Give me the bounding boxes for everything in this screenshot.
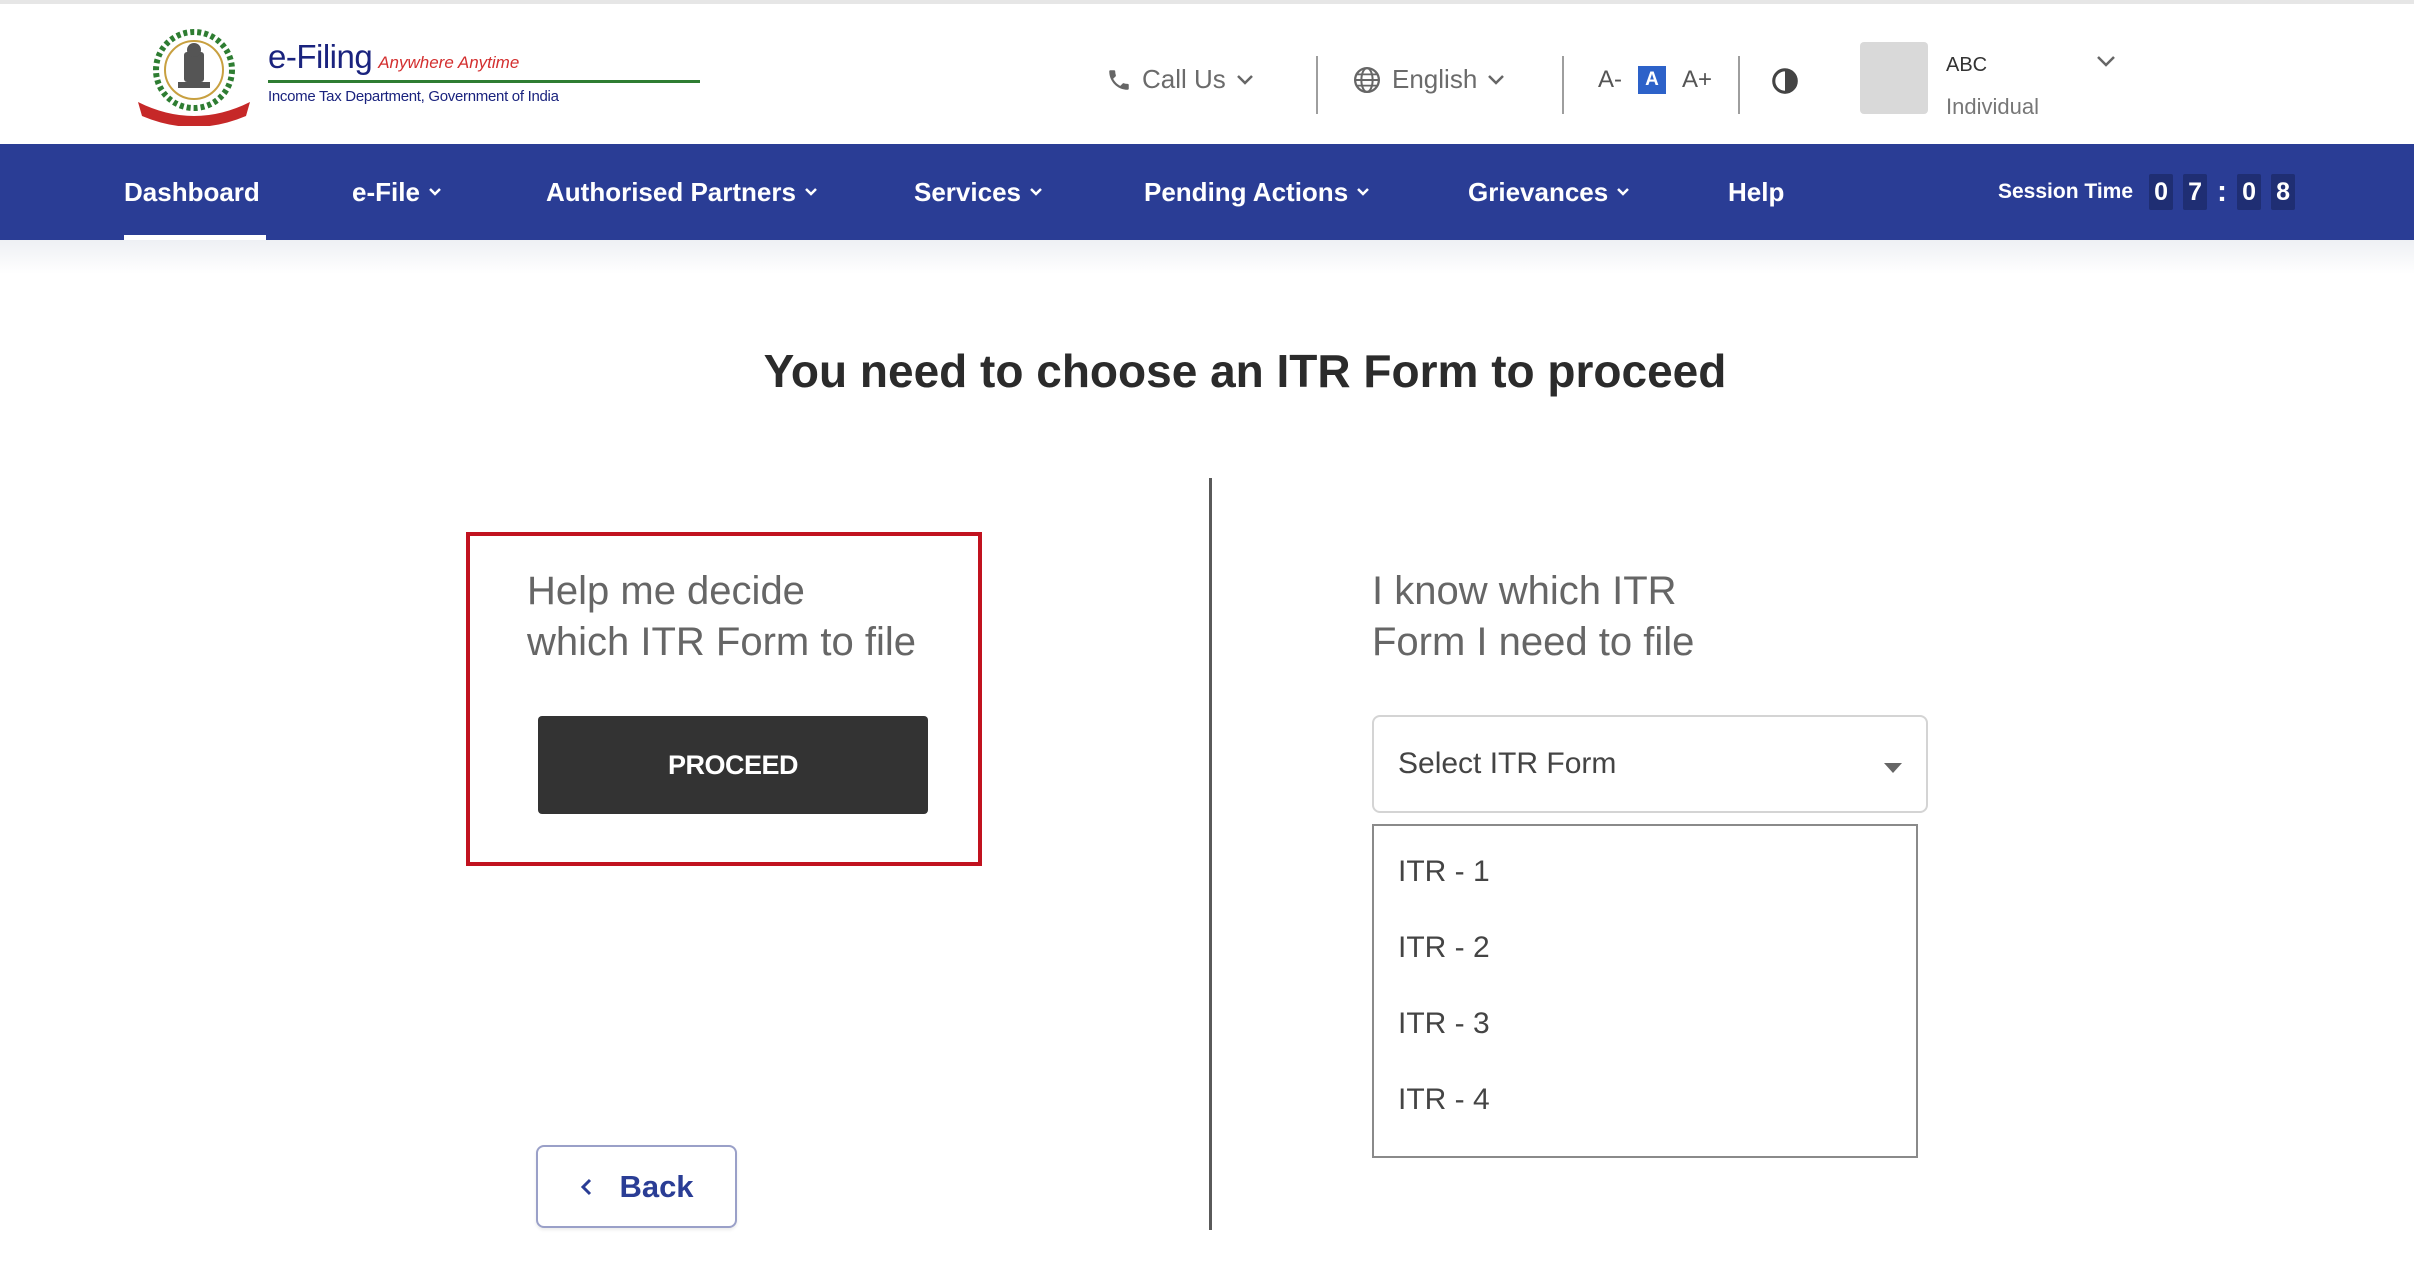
nav-item-authorised-partners[interactable]: Authorised Partners	[546, 144, 818, 240]
know-option-text: I know which ITR Form I need to file	[1372, 566, 1792, 668]
session-digit: 0	[2237, 174, 2262, 210]
font-default-button[interactable]: A	[1638, 66, 1666, 94]
session-digit: 7	[2183, 174, 2208, 210]
header-divider	[1316, 56, 1318, 114]
itr-form-select[interactable]: Select ITR Form	[1372, 715, 1928, 813]
language-menu[interactable]: English	[1352, 64, 1505, 95]
nav-item-efile[interactable]: e-File	[352, 144, 442, 240]
itr-form-options: ITR - 1 ITR - 2 ITR - 3 ITR - 4	[1372, 824, 1918, 1158]
phone-icon	[1109, 69, 1129, 90]
nav-item-help[interactable]: Help	[1728, 144, 1784, 240]
nav-item-label: Help	[1728, 176, 1785, 207]
chevron-down-icon[interactable]	[2096, 54, 2116, 68]
chevron-down-icon	[1488, 74, 1505, 85]
back-button[interactable]: Back	[536, 1145, 737, 1228]
nav-item-label: Pending Actions	[1144, 176, 1349, 207]
nav-item-label: Authorised Partners	[546, 176, 796, 207]
brand-name: e-Filing Anywhere Anytime	[268, 38, 520, 75]
nav-item-label: Services	[914, 176, 1021, 207]
font-size-controls: A- A A+	[1598, 66, 1712, 94]
call-us-label: Call Us	[1142, 64, 1226, 94]
caret-down-icon	[1884, 763, 1902, 773]
proceed-button[interactable]: PROCEED	[538, 716, 928, 814]
chevron-down-icon	[1357, 188, 1370, 196]
help-option-line2: which ITR Form to file	[527, 620, 916, 664]
help-option-line1: Help me decide	[527, 569, 805, 613]
help-option-text: Help me decide which ITR Form to file	[527, 566, 947, 668]
emblem-icon	[138, 29, 250, 126]
brand-tagline: Anywhere Anytime	[378, 53, 520, 72]
brand-subtitle: Income Tax Department, Government of Ind…	[268, 88, 559, 105]
main-navbar: Dashboard e-File Authorised Partners Ser…	[0, 144, 2414, 240]
know-option-line1: I know which ITR	[1372, 569, 1677, 613]
logo[interactable]: e-Filing Anywhere Anytime Income Tax Depa…	[134, 26, 700, 126]
chevron-left-icon	[581, 1178, 592, 1195]
user-type: Individual	[1946, 94, 2039, 119]
page-title: You need to choose an ITR Form to procee…	[763, 345, 1727, 397]
chevron-down-icon	[1236, 74, 1253, 85]
session-timer: Session Time 0 7 : 0 8	[1998, 144, 2296, 240]
font-decrease-button[interactable]: A-	[1598, 66, 1622, 94]
itr-option[interactable]: ITR - 3	[1374, 986, 1916, 1062]
call-us-menu[interactable]: Call Us	[1106, 64, 1254, 95]
vertical-divider	[1209, 478, 1212, 1230]
user-name: ABC	[1946, 54, 1988, 76]
contrast-icon[interactable]	[1770, 66, 1800, 96]
nav-item-services[interactable]: Services	[914, 144, 1043, 240]
nav-item-label: Dashboard	[124, 176, 260, 207]
chevron-down-icon	[429, 188, 441, 196]
globe-icon	[1354, 66, 1380, 93]
header-divider	[1738, 56, 1740, 114]
header: e-Filing Anywhere Anytime Income Tax Depa…	[0, 4, 2414, 144]
know-option-line2: Form I need to file	[1372, 620, 1695, 664]
chevron-down-icon	[805, 188, 817, 196]
nav-item-label: Grievances	[1468, 176, 1609, 207]
brand-underline	[268, 80, 700, 83]
avatar[interactable]	[1860, 42, 1928, 114]
header-divider	[1562, 56, 1564, 114]
chevron-down-icon	[1617, 188, 1630, 196]
session-digit: 0	[2149, 174, 2174, 210]
chevron-down-icon	[1030, 188, 1042, 196]
nav-item-dashboard[interactable]: Dashboard	[124, 144, 266, 240]
nav-item-label: e-File	[352, 176, 420, 207]
session-digit: 8	[2271, 174, 2296, 210]
itr-option[interactable]: ITR - 4	[1374, 1062, 1916, 1138]
session-time-label: Session Time	[1998, 180, 2134, 203]
nav-item-pending-actions[interactable]: Pending Actions	[1144, 144, 1370, 240]
language-label: English	[1392, 64, 1478, 94]
font-increase-button[interactable]: A+	[1682, 66, 1712, 94]
itr-form-select-value: Select ITR Form	[1398, 747, 1617, 780]
session-colon: :	[2217, 175, 2228, 208]
back-button-label: Back	[619, 1168, 694, 1204]
itr-option[interactable]: ITR - 1	[1374, 834, 1916, 910]
navbar-shadow	[0, 240, 2414, 274]
nav-item-grievances[interactable]: Grievances	[1468, 144, 1630, 240]
itr-option[interactable]: ITR - 2	[1374, 910, 1916, 986]
